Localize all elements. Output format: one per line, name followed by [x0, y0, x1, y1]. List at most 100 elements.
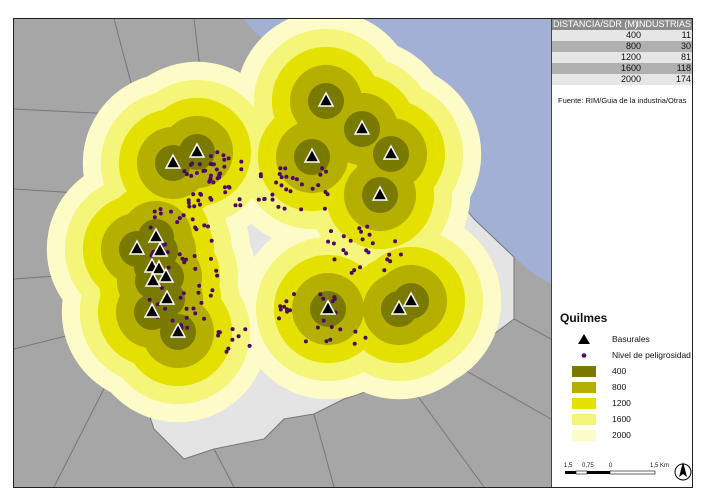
industry-dot: [324, 339, 329, 344]
industry-dot: [321, 318, 326, 323]
triangle-icon: [578, 334, 590, 344]
industry-dot: [147, 297, 152, 302]
industry-dot: [247, 343, 252, 348]
industry-dot: [209, 197, 214, 202]
industry-dot: [277, 172, 282, 176]
table-cell-distance: 400: [625, 30, 641, 40]
legend-label: 400: [612, 366, 627, 376]
industry-dot: [393, 239, 398, 244]
industry-dot: [352, 341, 357, 346]
industry-dot: [325, 192, 330, 197]
industry-dot: [209, 154, 213, 159]
industry-dot: [238, 203, 243, 208]
map-frame: DISTANCIA/SDR (M) INDUSTRIAS 400 11 800 30…: [13, 18, 693, 488]
industry-dot: [277, 316, 281, 321]
industry-dot: [163, 306, 168, 311]
table-cell-distance: 800: [625, 41, 641, 51]
industry-dot: [344, 251, 349, 256]
industry-dot: [367, 232, 372, 237]
industry-dot: [217, 175, 222, 180]
industry-dot: [276, 204, 281, 209]
industry-dot: [215, 273, 220, 278]
table-header-distance: DISTANCIA/SDR (M): [553, 19, 638, 29]
table-cell-distance: 1600: [620, 63, 641, 73]
swatch: [572, 398, 596, 409]
table-header-industries: INDUSTRIAS: [636, 19, 691, 29]
industry-dot: [320, 166, 325, 171]
industry-dot: [285, 309, 289, 314]
industry-dot: [299, 182, 304, 187]
industry-dot: [182, 260, 187, 265]
industry-dot: [182, 169, 187, 174]
industry-dot: [152, 209, 157, 214]
industry-dot: [318, 172, 323, 177]
table-row: 2000 174: [552, 74, 692, 85]
industry-dot: [185, 325, 190, 330]
industry-dot: [243, 327, 248, 332]
scale-label: 0,75: [582, 463, 594, 469]
industry-dot: [166, 265, 171, 270]
industry-dot: [170, 318, 175, 323]
industry-dot: [284, 299, 289, 304]
industry-dot: [202, 316, 207, 321]
info-panel: DISTANCIA/SDR (M) INDUSTRIAS 400 11 800 30…: [551, 19, 693, 487]
table-row: 400 11: [552, 30, 692, 41]
industry-dot: [226, 156, 231, 161]
industry-dot: [152, 215, 157, 220]
industry-dot: [348, 238, 353, 243]
industry-dot: [194, 227, 199, 232]
industry-dot: [169, 209, 173, 214]
industry-dot: [192, 254, 197, 258]
industry-dot: [278, 304, 283, 309]
scale-label: 1,5 Km: [650, 463, 669, 469]
industry-dot: [158, 207, 163, 212]
industry-dot: [330, 299, 335, 304]
industry-dot: [299, 207, 304, 212]
industry-dot: [282, 206, 287, 211]
legend-label: 1600: [612, 414, 631, 424]
industry-dot: [310, 186, 315, 191]
industry-dot: [283, 166, 288, 171]
industry-dot: [191, 306, 196, 311]
industry-dot: [197, 283, 202, 288]
industry-dot: [194, 171, 199, 175]
industry-dot: [316, 183, 321, 188]
legend-label: Nivel de peligrosidad 2: [612, 350, 693, 360]
industry-dot: [256, 197, 261, 202]
industry-dot: [226, 184, 231, 189]
industry-dot: [398, 252, 403, 257]
industry-dot: [209, 173, 213, 178]
swatch: [572, 414, 596, 425]
legend-label: Basurales: [612, 334, 650, 344]
industry-dot: [262, 196, 267, 201]
industry-dot: [239, 159, 244, 164]
industry-dot: [181, 213, 186, 218]
industry-dot: [186, 200, 191, 205]
industry-dot: [226, 346, 231, 351]
industry-dot: [180, 256, 185, 261]
scale-label: 1,5: [564, 463, 573, 469]
industry-dot: [193, 266, 198, 271]
industry-dot: [187, 204, 192, 209]
industry-dot: [214, 268, 219, 273]
source-note: Fuente: RIM/Guia de la industria/Otras: [558, 96, 687, 105]
industry-dot: [360, 237, 365, 242]
table-row: 800 30: [552, 41, 692, 52]
industry-dot: [214, 167, 219, 172]
industry-dot: [365, 224, 370, 229]
industry-dot: [315, 325, 320, 330]
industry-dot: [341, 234, 346, 239]
industry-dot: [191, 192, 196, 197]
industry-dot: [210, 288, 215, 293]
industry-dot: [222, 157, 227, 162]
industry-dot: [322, 206, 327, 211]
industry-dot: [184, 306, 189, 311]
industry-dot: [388, 259, 393, 264]
industry-dot: [215, 150, 220, 155]
legend-label: 2000: [612, 430, 631, 440]
industry-dot: [332, 257, 337, 262]
industry-dot: [222, 164, 227, 169]
industry-dot: [222, 185, 227, 190]
industry-dot: [274, 180, 279, 185]
industry-dot: [193, 311, 198, 316]
